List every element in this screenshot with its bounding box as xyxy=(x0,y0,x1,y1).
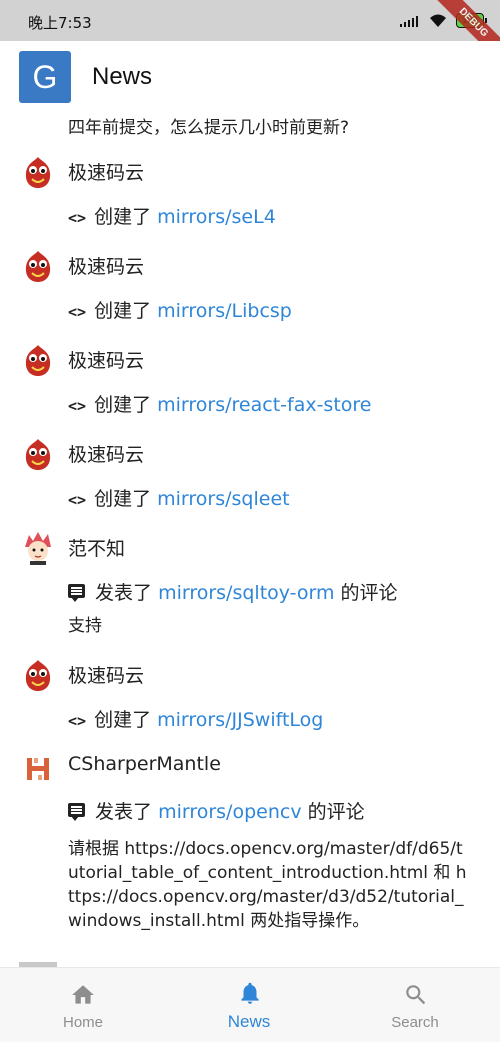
repo-link[interactable]: mirrors/Libcsp xyxy=(157,300,292,322)
repo-link[interactable]: mirrors/sqltoy-orm xyxy=(158,582,334,604)
status-bar: 晚上7:53 100 DEBUG xyxy=(0,0,500,69)
comment-icon xyxy=(68,803,85,821)
bell-icon xyxy=(241,982,259,1004)
event-suffix: 的评论 xyxy=(340,582,398,604)
nav-home[interactable]: Home xyxy=(0,968,166,1042)
search-icon xyxy=(406,985,426,1005)
event-verb: 发表了 xyxy=(95,801,153,823)
user-name[interactable]: 极速码云 xyxy=(68,346,144,373)
event-action: <> 创建了 mirrors/sqleet xyxy=(68,484,290,511)
event-action: <> 创建了 mirrors/seL4 xyxy=(68,202,276,229)
user-name[interactable]: 极速码云 xyxy=(68,661,144,688)
page-title: News xyxy=(92,63,153,90)
anime-avatar[interactable] xyxy=(21,531,55,565)
nav-news[interactable]: News xyxy=(166,968,332,1042)
event-action: 发表了 mirrors/opencv 的评论 xyxy=(68,797,365,824)
event-verb: 创建了 xyxy=(94,300,152,322)
user-name[interactable]: 极速码云 xyxy=(68,252,144,279)
app-logo[interactable]: G xyxy=(19,51,71,103)
signal-icon xyxy=(400,15,418,27)
mayun-mascot-avatar[interactable] xyxy=(21,249,55,283)
nav-label: Home xyxy=(62,1014,103,1031)
mayun-mascot-avatar[interactable] xyxy=(21,437,55,471)
event-verb: 发表了 xyxy=(95,582,153,604)
event-verb: 创建了 xyxy=(94,394,152,416)
bottom-nav: Home News Search xyxy=(0,967,500,1042)
event-action: <> 创建了 mirrors/Libcsp xyxy=(68,296,292,323)
news-feed[interactable]: 四年前提交，怎么提示几小时前更新? 极速码云 <> 创建了 mirrors/seL… xyxy=(0,105,500,967)
pixel-avatar[interactable] xyxy=(21,752,55,786)
mayun-mascot-avatar[interactable] xyxy=(21,343,55,377)
wifi-icon xyxy=(430,14,446,27)
event-action: 发表了 mirrors/sqltoy-orm 的评论 xyxy=(68,578,398,605)
home-icon xyxy=(72,985,94,1004)
event-action: <> 创建了 mirrors/JJSwiftLog xyxy=(68,705,323,732)
user-name[interactable]: 极速码云 xyxy=(68,440,144,467)
repo-link[interactable]: mirrors/react-fax-store xyxy=(157,394,371,416)
code-icon: <> xyxy=(68,303,87,321)
code-icon: <> xyxy=(68,491,87,509)
comment-text: 四年前提交，怎么提示几小时前更新? xyxy=(68,118,350,138)
event-action: <> 创建了 mirrors/react-fax-store xyxy=(68,390,372,417)
repo-link[interactable]: mirrors/JJSwiftLog xyxy=(157,709,323,731)
comment-text: 支持 xyxy=(68,616,102,636)
repo-link[interactable]: mirrors/opencv xyxy=(158,801,302,823)
event-verb: 创建了 xyxy=(94,488,152,510)
code-icon: <> xyxy=(68,209,87,227)
user-name[interactable]: 极速码云 xyxy=(68,158,144,185)
comment-icon xyxy=(68,584,85,602)
status-time: 晚上7:53 xyxy=(28,14,92,32)
nav-label: News xyxy=(227,1012,271,1031)
repo-link[interactable]: mirrors/sqleet xyxy=(157,488,289,510)
comment-text: 请根据 https://docs.opencv.org/master/df/d6… xyxy=(68,839,467,931)
repo-link[interactable]: mirrors/seL4 xyxy=(157,206,276,228)
event-suffix: 的评论 xyxy=(307,801,365,823)
code-icon: <> xyxy=(68,397,87,415)
user-name[interactable]: 范不知 xyxy=(68,534,125,561)
mayun-mascot-avatar[interactable] xyxy=(21,658,55,692)
event-verb: 创建了 xyxy=(94,709,152,731)
mayun-mascot-avatar[interactable] xyxy=(21,155,55,189)
nav-search[interactable]: Search xyxy=(332,968,498,1042)
nav-label: Search xyxy=(391,1014,439,1031)
user-name[interactable]: CSharperMantle xyxy=(68,753,221,775)
event-verb: 创建了 xyxy=(94,206,152,228)
code-icon: <> xyxy=(68,712,87,730)
app-bar: G News xyxy=(0,41,500,105)
